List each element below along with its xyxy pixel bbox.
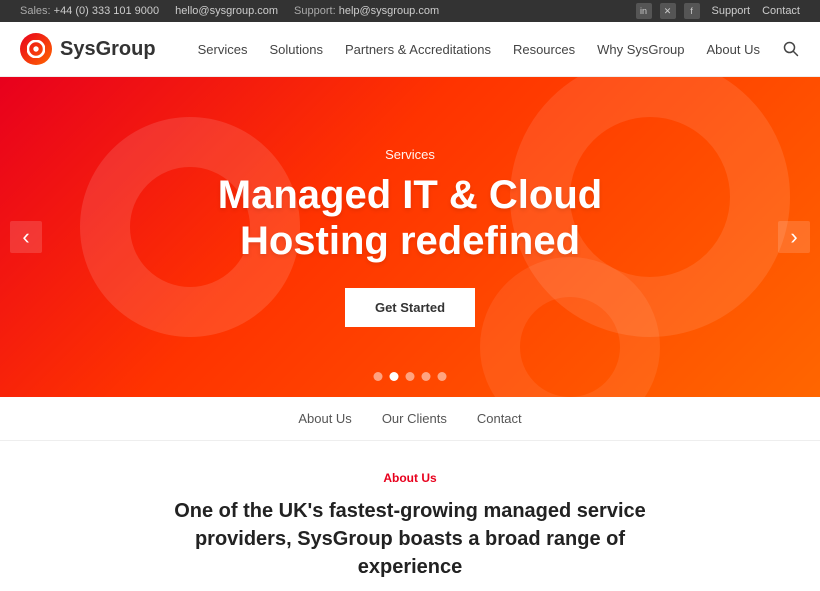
hero-dot-1[interactable] [374,372,383,381]
hero-dots [374,372,447,381]
support-email: help@sysgroup.com [339,5,439,17]
facebook-icon[interactable]: f [684,3,700,19]
nav-links: Services Solutions Partners & Accreditat… [198,40,800,58]
top-bar-right: in ✕ f Support Contact [636,3,800,19]
hero-section: ‹ Services Managed IT & CloudHosting red… [0,77,820,397]
about-label: About Us [20,471,800,485]
nav-services[interactable]: Services [198,42,248,57]
nav-about[interactable]: About Us [707,42,760,57]
nav-partners[interactable]: Partners & Accreditations [345,42,491,57]
sub-nav: About Us Our Clients Contact [0,397,820,441]
sub-nav-about[interactable]: About Us [298,411,351,426]
hero-dot-2[interactable] [390,372,399,381]
sales-label: Sales: [20,5,51,17]
linkedin-icon[interactable]: in [636,3,652,19]
contact-link[interactable]: Contact [762,5,800,17]
hero-next-button[interactable]: › [778,221,810,253]
logo-icon [20,33,52,65]
sales-phone: +44 (0) 333 101 9000 [54,5,160,17]
support-info: Support: help@sysgroup.com [294,5,439,17]
hero-cta-button[interactable]: Get Started [345,288,475,327]
sub-nav-clients[interactable]: Our Clients [382,411,447,426]
top-bar-left: Sales: +44 (0) 333 101 9000 hello@sysgro… [20,5,439,17]
hero-dot-4[interactable] [422,372,431,381]
hero-dot-5[interactable] [438,372,447,381]
sub-nav-contact[interactable]: Contact [477,411,522,426]
hello-email: hello@sysgroup.com [175,5,278,17]
hero-dot-3[interactable] [406,372,415,381]
logo[interactable]: SysGroup [20,33,156,65]
nav-resources[interactable]: Resources [513,42,575,57]
support-link[interactable]: Support [712,5,751,17]
hero-title: Managed IT & CloudHosting redefined [218,172,602,264]
nav-bar: SysGroup Services Solutions Partners & A… [0,22,820,77]
logo-text: SysGroup [60,38,156,61]
top-bar: Sales: +44 (0) 333 101 9000 hello@sysgro… [0,0,820,22]
support-label: Support: [294,5,336,17]
nav-why-sysgroup[interactable]: Why SysGroup [597,42,684,57]
about-section: About Us One of the UK's fastest-growing… [0,441,820,591]
hero-prev-button[interactable]: ‹ [10,221,42,253]
twitter-icon[interactable]: ✕ [660,3,676,19]
hero-subtitle: Services [218,147,602,162]
hero-content: Services Managed IT & CloudHosting redef… [218,147,602,327]
nav-solutions[interactable]: Solutions [270,42,323,57]
about-text: One of the UK's fastest-growing managed … [150,497,670,581]
search-icon[interactable] [782,40,800,58]
social-icons: in ✕ f [636,3,700,19]
sales-info: Sales: +44 (0) 333 101 9000 [20,5,159,17]
